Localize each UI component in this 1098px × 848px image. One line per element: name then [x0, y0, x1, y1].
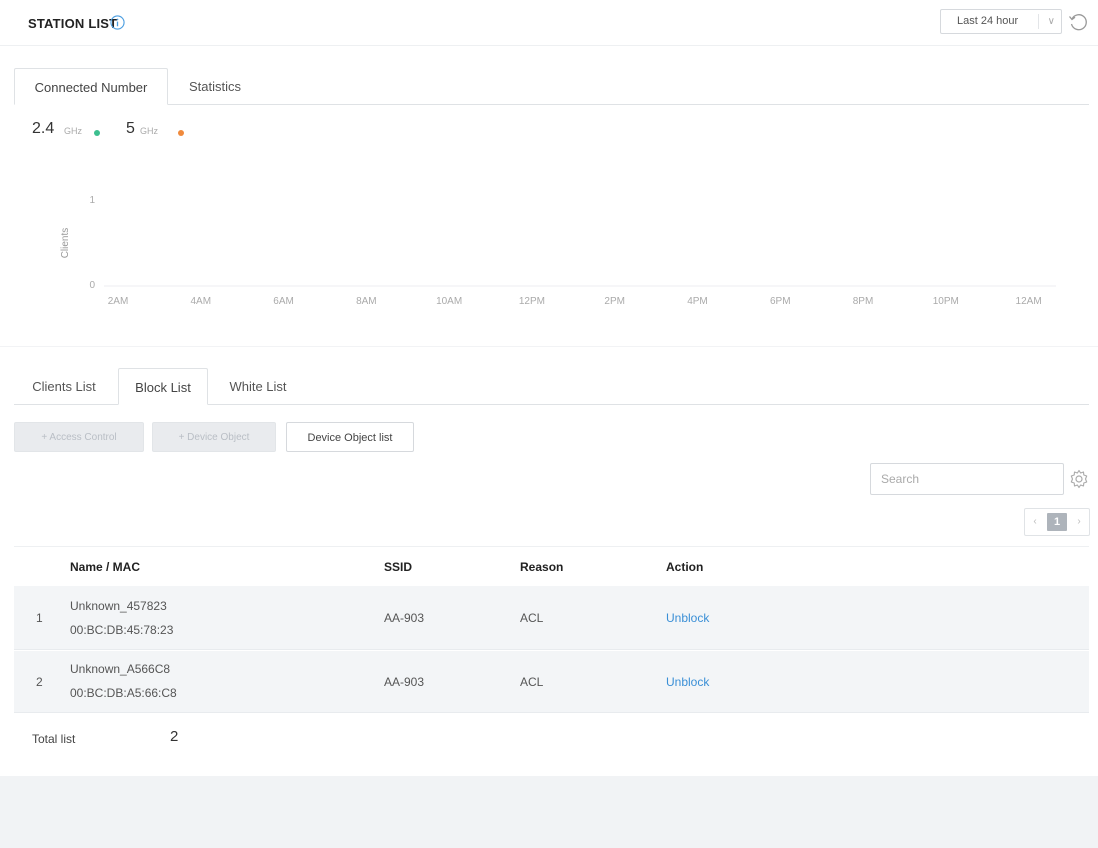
select-divider [1038, 14, 1039, 29]
page-title: STATION LIST [28, 16, 118, 31]
column-header-ssid: SSID [384, 560, 413, 574]
add-device-object-button[interactable]: + Device Object [152, 422, 276, 452]
device-object-list-button[interactable]: Device Object list [286, 422, 414, 452]
y-tick-label: 0 [89, 280, 95, 291]
x-tick-label: 10AM [436, 296, 462, 307]
unblock-link[interactable]: Unblock [666, 611, 709, 625]
row-name: Unknown_457823 [70, 599, 167, 613]
y-tick-label: 1 [89, 195, 95, 206]
legend-24-dot [94, 130, 100, 136]
y-axis-label: Clients [60, 228, 71, 259]
x-tick-label: 8AM [356, 296, 377, 307]
time-range-value: Last 24 hour [957, 15, 1019, 27]
row-mac: 00:BC:DB:A5:66:C8 [70, 686, 177, 700]
row-ssid: AA-903 [384, 611, 425, 625]
row-name: Unknown_A566C8 [70, 662, 171, 676]
x-tick-label: 6PM [770, 296, 791, 307]
legend-24-unit: GHz [64, 126, 82, 136]
column-header-name-mac: Name / MAC [70, 560, 141, 574]
pagination-prev-button[interactable]: ‹ [1025, 509, 1045, 535]
x-tick-label: 12PM [519, 296, 545, 307]
table-row: 2 Unknown_A566C8 00:BC:DB:A5:66:C8 AA-90… [14, 651, 1089, 713]
legend-5-dot [178, 130, 184, 136]
x-tick-label: 8PM [853, 296, 874, 307]
column-header-reason: Reason [520, 560, 564, 574]
x-tick-label: 4AM [191, 296, 212, 307]
search-input[interactable] [870, 463, 1064, 495]
row-mac: 00:BC:DB:45:78:23 [70, 623, 174, 637]
x-tick-label: 2PM [604, 296, 625, 307]
gear-icon[interactable] [1068, 468, 1090, 490]
legend-24-value: 2.4 [32, 120, 55, 137]
total-list-count: 2 [170, 728, 179, 745]
column-header-action: Action [666, 560, 704, 574]
refresh-icon[interactable] [1067, 11, 1089, 33]
legend-5-value: 5 [126, 120, 135, 137]
x-tick-label: 6AM [273, 296, 294, 307]
clients-line-chart: Clients 1 0 2AM 4AM 6AM 8AM 10AM 12PM 2PM 4PM 6PM 8P… [60, 195, 1058, 307]
x-tick-label: 4PM [687, 296, 708, 307]
legend-5-unit: GHz [140, 126, 158, 136]
row-reason: ACL [520, 611, 544, 625]
tab-block-list[interactable]: Block List [118, 368, 208, 405]
row-ssid: AA-903 [384, 675, 425, 689]
tab-statistics[interactable]: Statistics [172, 68, 258, 105]
list-tabs: Clients List Block List White List [14, 368, 1089, 405]
table-row: 1 Unknown_457823 00:BC:DB:45:78:23 AA-90… [14, 586, 1089, 650]
row-index: 1 [36, 611, 43, 625]
x-tick-label: 12AM [1016, 296, 1042, 307]
pagination-next-button[interactable]: › [1069, 509, 1089, 535]
tab-white-list[interactable]: White List [212, 368, 304, 405]
page-header: STATION LIST Last 24 hour ∨ [0, 0, 1098, 46]
table-header: Name / MAC SSID Reason Action [14, 546, 1089, 586]
section-divider [0, 346, 1098, 347]
chart-tabs: Connected Number Statistics [14, 68, 1089, 105]
time-range-select[interactable]: Last 24 hour ∨ [940, 9, 1062, 34]
x-tick-label: 10PM [933, 296, 959, 307]
tab-clients-list[interactable]: Clients List [14, 368, 114, 405]
total-list-label: Total list [32, 732, 76, 746]
pagination: ‹ 1 › [1024, 508, 1090, 536]
chevron-down-icon: ∨ [1047, 16, 1055, 27]
info-icon[interactable] [110, 15, 125, 30]
unblock-link[interactable]: Unblock [666, 675, 709, 689]
tab-connected-number[interactable]: Connected Number [14, 68, 168, 105]
pagination-current-page[interactable]: 1 [1047, 513, 1067, 531]
block-list-table: Name / MAC SSID Reason Action 1 Unknown_… [14, 546, 1089, 714]
row-index: 2 [36, 675, 43, 689]
row-reason: ACL [520, 675, 544, 689]
x-tick-label: 2AM [108, 296, 129, 307]
footer-area [0, 776, 1098, 848]
add-access-control-button[interactable]: + Access Control [14, 422, 144, 452]
